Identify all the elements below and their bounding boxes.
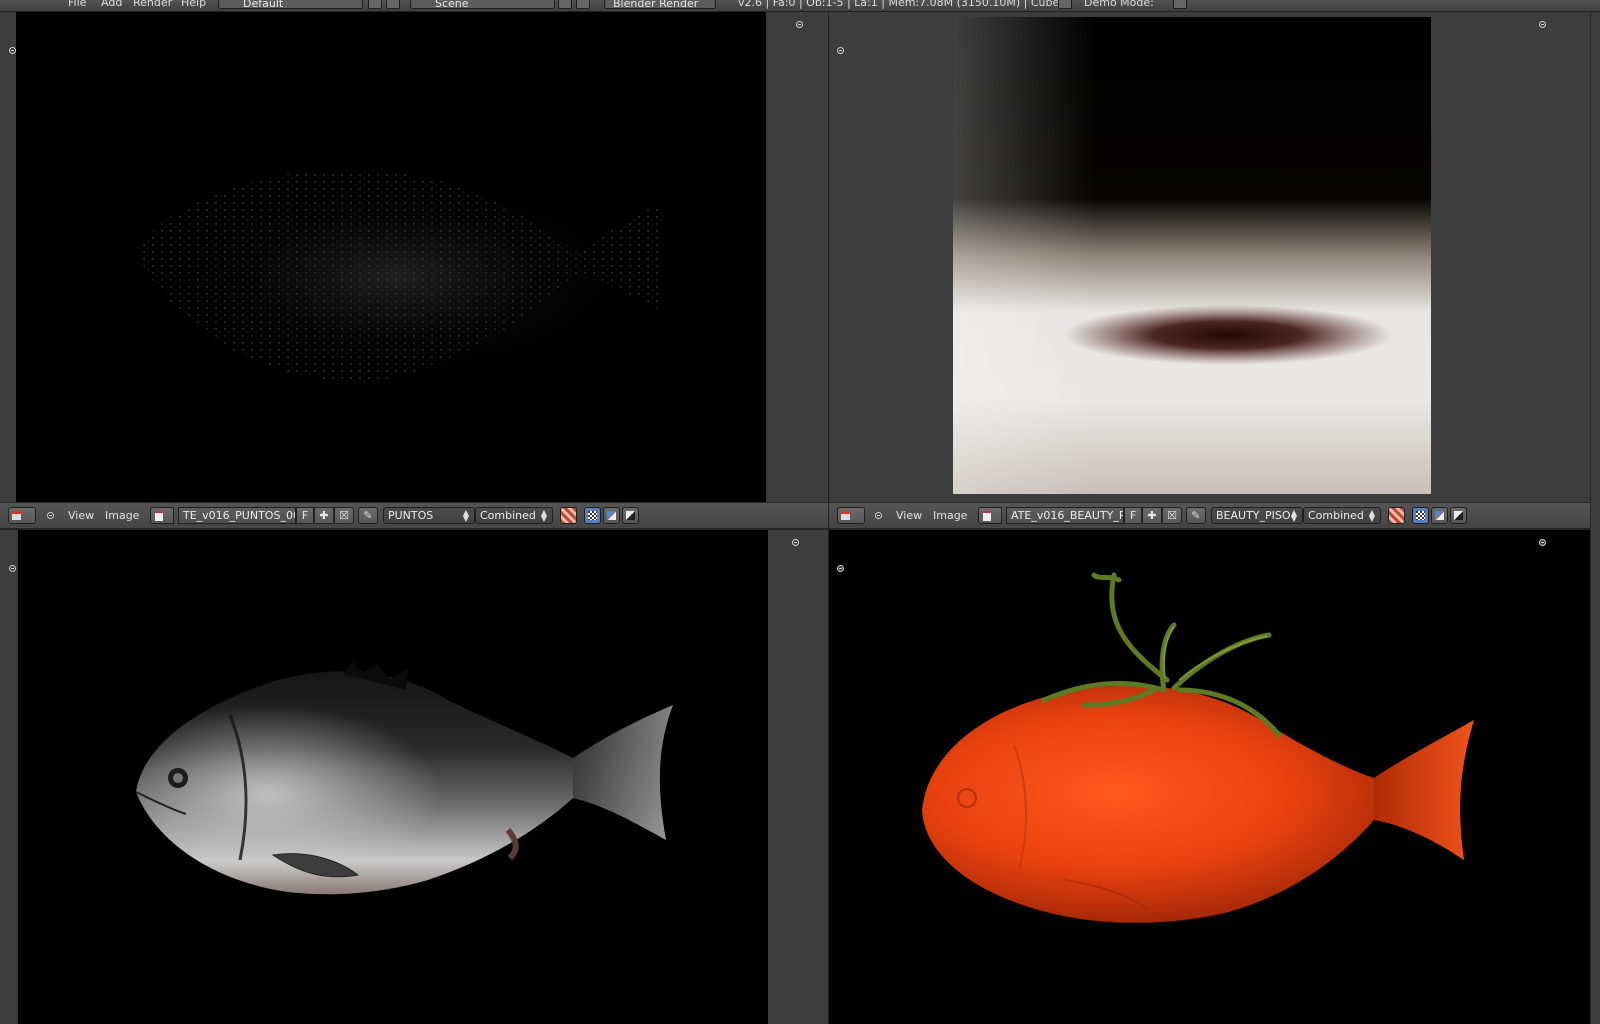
image-browse-icon[interactable] [978, 507, 1002, 524]
pin-icon[interactable]: ✎ [1186, 507, 1206, 524]
tomato-fish-render-image [922, 572, 1474, 923]
pin-icon[interactable]: ✎ [358, 507, 378, 524]
checker-icon[interactable] [584, 507, 601, 524]
collapse-menus-icon[interactable] [47, 512, 54, 519]
info-header: File Add Render Help Default Scene Blend… [0, 0, 1600, 12]
render-pass-label: Combined [480, 509, 536, 522]
menu-view[interactable]: View [896, 508, 922, 523]
alpha-icon[interactable] [1388, 507, 1405, 524]
checker-icon[interactable] [1412, 507, 1429, 524]
scene-field[interactable]: Scene [410, 0, 555, 10]
new-image-icon[interactable]: ✚ [314, 507, 334, 524]
beauty-piso-render-image [953, 17, 1431, 494]
menu-add[interactable]: Add [101, 0, 122, 10]
scene-remove-button[interactable] [576, 0, 590, 9]
image-name-field[interactable]: ATE_v016_BEAUTY_PI [1006, 507, 1124, 524]
luminance-icon[interactable] [622, 507, 639, 524]
unlink-icon[interactable]: ☒ [334, 507, 354, 524]
menu-file[interactable]: File [68, 0, 86, 10]
menu-render[interactable]: Render [133, 0, 172, 10]
area-split-icon[interactable] [1539, 539, 1546, 546]
right-edge-strip [1590, 12, 1600, 1024]
area-split-icon[interactable] [1539, 21, 1546, 28]
menu-image[interactable]: Image [105, 508, 139, 523]
zbuffer-icon[interactable] [603, 507, 620, 524]
area-split-icon[interactable] [9, 565, 16, 572]
image-browse-icon[interactable] [150, 507, 174, 524]
area-divider-horizontal[interactable] [0, 528, 1600, 530]
alpha-icon[interactable] [560, 507, 577, 524]
area-split-icon[interactable] [837, 565, 844, 572]
image-editor-bottom-right [829, 530, 1590, 1024]
image-name-field[interactable]: TE_v016_PUNTOS_00 [178, 507, 296, 524]
area-split-icon[interactable] [792, 539, 799, 546]
render-layer-label: PUNTOS [388, 509, 434, 522]
render-view-tomato-fish[interactable] [829, 530, 1590, 1024]
render-layer-select[interactable]: BEAUTY_PISO ▲ ▼ [1211, 507, 1303, 524]
unlink-icon[interactable]: ☒ [1162, 507, 1182, 524]
screen-remove-button[interactable] [386, 0, 400, 9]
demo-mode-label: Demo Mode: [1084, 0, 1154, 9]
scene-add-button[interactable] [558, 0, 572, 9]
play-icon[interactable] [1173, 0, 1187, 9]
area-split-icon[interactable] [837, 47, 844, 54]
editor-type-icon[interactable] [837, 507, 865, 524]
render-engine-select[interactable]: Blender Render [604, 0, 716, 10]
render-layer-select[interactable]: PUNTOS ▲ ▼ [383, 507, 475, 524]
image-editor-header: View Image ATE_v016_BEAUTY_PI F ✚ ☒ ✎ BE… [829, 502, 1590, 528]
screen-layout-field[interactable]: Default [218, 0, 363, 10]
render-view-beauty-piso[interactable] [953, 17, 1431, 494]
scene-stats: v2.6 | Fa:0 | Ob:1-5 | La:1 | Mem:7.08M … [738, 0, 1060, 9]
image-editor-top-right: View Image ATE_v016_BEAUTY_PI F ✚ ☒ ✎ BE… [829, 12, 1590, 528]
image-editor-top-left: View Image TE_v016_PUNTOS_00 F ✚ ☒ ✎ PUN… [0, 12, 828, 528]
render-pass-select[interactable]: Combined ▲ ▼ [1303, 507, 1381, 524]
fake-user-button[interactable]: F [296, 507, 314, 524]
area-split-icon[interactable] [796, 21, 803, 28]
render-pass-select[interactable]: Combined ▲ ▼ [475, 507, 553, 524]
render-layer-label: BEAUTY_PISO [1216, 509, 1291, 522]
collapse-menus-icon[interactable] [875, 512, 882, 519]
demo-icon [1058, 0, 1072, 9]
menu-help[interactable]: Help [181, 0, 206, 10]
render-view-metal-fish[interactable] [18, 530, 768, 1024]
new-image-icon[interactable]: ✚ [1142, 507, 1162, 524]
image-editor-bottom-left [0, 530, 828, 1024]
render-pass-label: Combined [1308, 509, 1364, 522]
menu-image[interactable]: Image [933, 508, 967, 523]
puntos-render-image [136, 167, 666, 387]
zbuffer-icon[interactable] [1431, 507, 1448, 524]
fake-user-button[interactable]: F [1124, 507, 1142, 524]
area-divider-vertical[interactable] [828, 12, 829, 1024]
screen-add-button[interactable] [368, 0, 382, 9]
metal-fish-render-image [135, 662, 673, 895]
image-editor-header: View Image TE_v016_PUNTOS_00 F ✚ ☒ ✎ PUN… [0, 502, 828, 528]
editor-type-icon[interactable] [8, 507, 36, 524]
area-split-icon[interactable] [9, 47, 16, 54]
render-view-puntos[interactable] [16, 12, 766, 502]
menu-view[interactable]: View [68, 508, 94, 523]
luminance-icon[interactable] [1450, 507, 1467, 524]
